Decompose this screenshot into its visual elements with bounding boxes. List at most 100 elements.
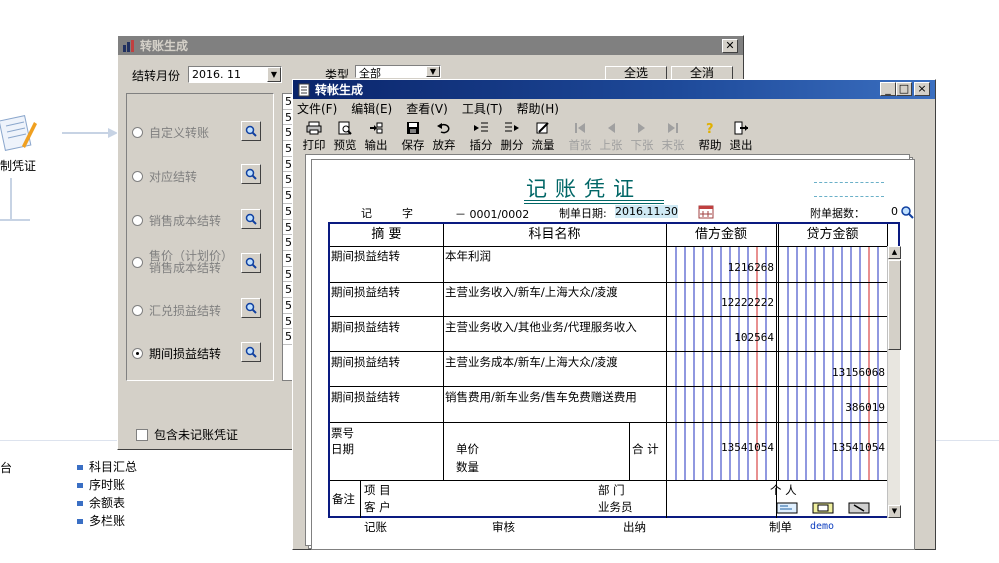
last-voucher-button[interactable]: 末张 [658,120,688,154]
list-item[interactable]: 余额表 [77,494,137,512]
prev-voucher-button[interactable]: 上张 [596,120,626,154]
scroll-thumb[interactable] [888,260,901,350]
voucher-type-char[interactable]: 记 [361,205,372,221]
preview-button[interactable]: 预览 [330,120,360,154]
menu-edit[interactable]: 编辑(E) [351,100,392,118]
undo-icon [437,123,450,134]
ledger-label[interactable]: 台 [0,459,12,476]
row-debit[interactable]: 1216268 [667,261,774,274]
flow-connector [10,178,12,220]
row-summary[interactable]: 期间损益结转 [331,248,400,264]
card-icon[interactable] [776,502,798,514]
row-summary[interactable]: 期间损益结转 [331,319,400,335]
maximize-icon[interactable]: □ [896,82,912,96]
radio-sales-cost-transfer[interactable]: 销售成本结转 [132,212,221,229]
include-unposted-checkbox[interactable]: 包含未记账凭证 [136,426,238,443]
help-button[interactable]: ? 帮助 [695,120,725,154]
deselect-all-button[interactable]: 全消 [671,66,733,80]
radio-button[interactable] [132,305,143,316]
radio-corresponding-transfer[interactable]: 对应结转 [132,168,197,185]
flow-icon [536,122,549,134]
row-account[interactable]: 主营业务收入/新车/上海大众/凌渡 [445,284,618,300]
row-account[interactable]: 本年利润 [445,248,491,264]
scroll-up-icon[interactable]: ▲ [888,246,901,259]
dialog-titlebar[interactable]: 转账生成 [118,36,743,55]
close-icon[interactable]: ✕ [722,39,738,53]
remark-label: 备注 [332,492,355,506]
row-account[interactable]: 主营业务成本/新车/上海大众/凌渡 [445,354,618,370]
prev-icon [608,123,615,133]
unit-price-label: 单价 [456,442,479,456]
export-button[interactable]: 输出 [361,120,391,154]
radio-button[interactable] [132,171,143,182]
search-icon[interactable] [241,121,261,141]
search-icon[interactable] [900,205,914,219]
select-all-button[interactable]: 全选 [605,66,667,80]
insert-row-icon [474,122,488,132]
exit-button[interactable]: 退出 [726,120,756,154]
vertical-scrollbar[interactable]: ▲ ▼ [887,246,901,518]
next-voucher-button[interactable]: 下张 [627,120,657,154]
first-voucher-button[interactable]: 首张 [565,120,595,154]
list-item[interactable]: 科目汇总 [77,458,137,476]
month-select[interactable]: 2016. 11 ▼ [188,66,282,83]
chevron-down-icon[interactable]: ▼ [426,66,440,77]
row-summary[interactable]: 期间损益结转 [331,284,400,300]
row-credit[interactable]: 13156068 [779,366,885,379]
date-label: 制单日期: [559,207,607,220]
insert-entry-button[interactable]: 插分 [466,120,496,154]
discard-button[interactable]: 放弃 [429,120,459,154]
radio-button[interactable] [132,215,143,226]
calendar-icon[interactable] [698,205,714,219]
date-field[interactable]: 2016.11.30 [615,205,678,218]
app-icon [298,83,310,96]
voucher-document-icon[interactable] [0,104,40,164]
next-icon [638,123,645,133]
list-item[interactable]: 多栏账 [77,512,137,530]
row-debit[interactable]: 12222222 [667,296,774,309]
chevron-down-icon[interactable]: ▼ [267,67,281,82]
attachments-label: 附单据数： [810,207,865,220]
menu-bar: 文件(F) 编辑(E) 查看(V) 工具(T) 帮助(H) [297,100,573,118]
delete-entry-button[interactable]: 删分 [497,120,527,154]
radio-button[interactable] [132,348,143,359]
row-account[interactable]: 主营业务收入/其他业务/代理服务收入 [445,319,637,335]
search-icon[interactable] [241,342,261,362]
radio-period-profit-loss[interactable]: 期间损益结转 [132,345,221,362]
row-account[interactable]: 销售费用/新车业务/售车免费赠送费用 [445,389,637,405]
close-icon[interactable]: × [914,82,930,96]
print-button[interactable]: 打印 [299,120,329,154]
save-button[interactable]: 保存 [398,120,428,154]
menu-help[interactable]: 帮助(H) [517,100,559,118]
toolbar: 打印 预览 输出 保存 放弃 插分 删分 流量 首张 上张 下张 末张 ? 帮助… [299,120,757,156]
cash-flow-button[interactable]: 流量 [528,120,558,154]
search-icon[interactable] [241,164,261,184]
search-icon[interactable] [241,253,261,273]
export-icon [370,122,383,134]
row-summary[interactable]: 期间损益结转 [331,389,400,405]
make-voucher-label[interactable]: 制凭证 [0,157,36,174]
menu-view[interactable]: 查看(V) [406,100,448,118]
radio-button[interactable] [132,127,143,138]
window-titlebar[interactable]: 转帐生成 [293,80,935,99]
list-item[interactable]: 序时账 [77,476,137,494]
attachments-count[interactable]: 0 [891,205,898,218]
menu-file[interactable]: 文件(F) [297,100,337,118]
last-icon [668,123,678,133]
account-book-icon[interactable] [812,502,834,514]
row-credit[interactable]: 386019 [779,401,885,414]
radio-planned-price-cost-transfer[interactable]: 售价（计划价） 销售成本结转 [132,250,233,274]
type-select[interactable]: 全部 ▼ [355,65,441,80]
row-summary[interactable]: 期间损益结转 [331,354,400,370]
checkbox[interactable] [136,428,148,441]
minimize-icon[interactable]: _ [880,82,896,96]
menu-tools[interactable]: 工具(T) [462,100,503,118]
row-debit[interactable]: 102564 [667,331,774,344]
scroll-down-icon[interactable]: ▼ [888,505,901,518]
search-icon[interactable] [241,298,261,318]
radio-button[interactable] [132,256,143,268]
tool-icon[interactable] [848,502,870,514]
radio-custom-transfer[interactable]: 自定义转账 [132,124,209,141]
search-icon[interactable] [241,209,261,229]
radio-exchange-gain-loss[interactable]: 汇兑损益结转 [132,302,221,319]
